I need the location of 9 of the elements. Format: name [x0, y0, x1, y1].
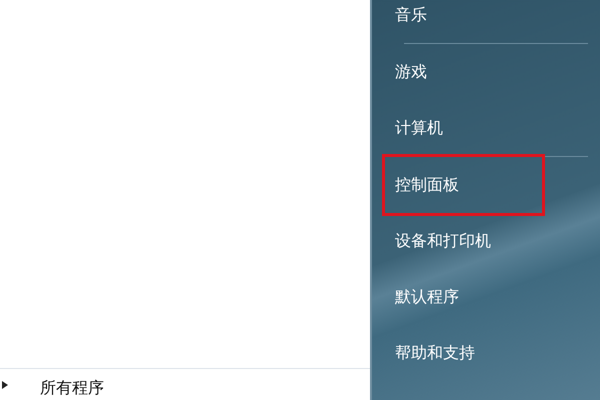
menu-item[interactable]: 设备和打印机: [382, 213, 494, 269]
menu-item[interactable]: 游戏: [382, 44, 430, 100]
menu-item[interactable]: 音乐: [382, 0, 430, 43]
menu-item[interactable]: 默认程序: [382, 269, 462, 325]
all-programs-button[interactable]: 所有程序: [40, 374, 104, 396]
menu-item[interactable]: 帮助和支持: [382, 325, 478, 381]
menu-item[interactable]: 控制面板: [382, 154, 545, 216]
arrow-icon: [2, 380, 8, 388]
menu-item[interactable]: 计算机: [382, 100, 446, 156]
